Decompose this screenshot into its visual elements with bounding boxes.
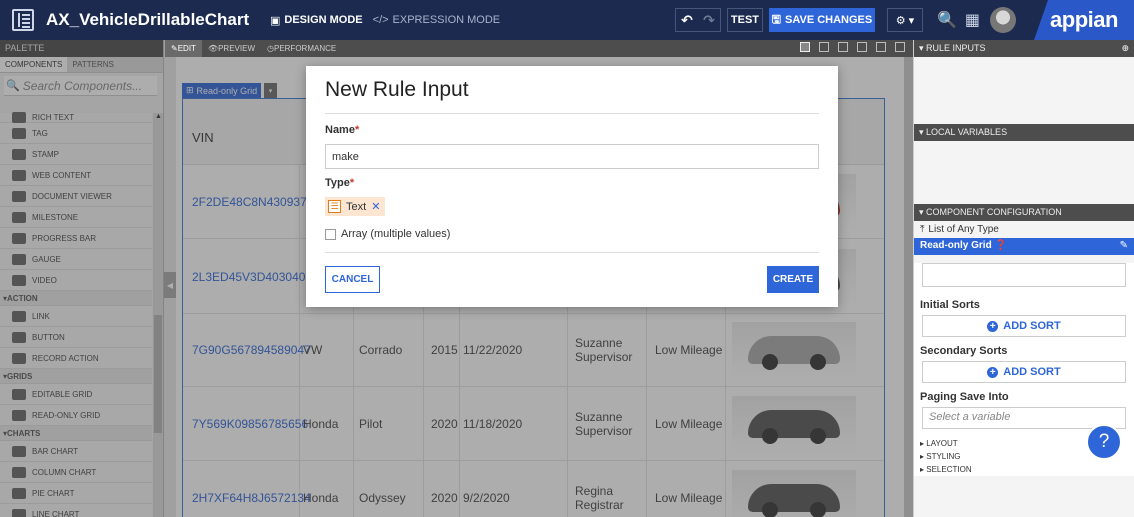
expression-mode-tab[interactable]: </> EXPRESSION MODE — [373, 14, 500, 26]
cancel-button[interactable]: CANCEL — [325, 266, 380, 293]
required-marker: * — [354, 124, 360, 136]
edit-expression-icon[interactable]: ✎ — [1120, 240, 1128, 253]
app-title: AX_VehicleDrillableChart — [46, 10, 250, 29]
canvas-toolbar: ✎ EDIT 👁 PREVIEW ◷ PERFORMANCE — [165, 40, 913, 57]
type-token-label: Text — [346, 200, 367, 213]
add-sort-label: ADD SORT — [1003, 320, 1061, 332]
save-changes-button[interactable]: 🖫 SAVE CHANGES — [768, 8, 875, 32]
dialog-footer-divider — [325, 252, 819, 253]
dialog-title: New Rule Input — [325, 78, 469, 101]
settings-menu-button[interactable]: ⚙ ▾ — [886, 8, 923, 32]
app-grid-icon[interactable]: ▦ — [965, 10, 980, 30]
checkbox-box[interactable] — [325, 228, 336, 240]
gear-icon: ⚙ ▾ — [895, 14, 915, 27]
tab-edit[interactable]: ✎ EDIT — [165, 40, 202, 57]
test-button[interactable]: TEST — [726, 8, 763, 32]
edit-icon: ✎ — [171, 44, 178, 53]
plus-icon: + — [987, 320, 999, 332]
tab-preview[interactable]: 👁 PREVIEW — [202, 40, 261, 57]
name-label: Name* — [325, 124, 359, 136]
help-button[interactable]: ? — [1086, 424, 1122, 460]
rule-inputs-text: RULE INPUTS — [926, 43, 986, 53]
clock-icon: ◷ — [267, 44, 274, 53]
name-input[interactable] — [325, 144, 819, 169]
config-value-field[interactable] — [922, 263, 1126, 287]
tab-edit-label: EDIT — [177, 44, 196, 53]
tab-performance-label: PERFORMANCE — [273, 44, 337, 53]
section-selection[interactable]: ▸ SELECTION — [914, 463, 1134, 476]
fit-width-icon[interactable] — [800, 42, 810, 52]
local-variables-text: LOCAL VARIABLES — [926, 127, 1008, 137]
tab-preview-label: PREVIEW — [218, 44, 255, 53]
list-of-any-type[interactable]: ⤒ List of Any Type — [914, 221, 1134, 238]
laptop-icon[interactable] — [857, 42, 867, 52]
code-icon: </> — [372, 14, 389, 26]
eye-icon: 👁 — [207, 44, 219, 53]
component-configuration-label: ▾ COMPONENT CONFIGURATION — [919, 207, 1062, 217]
undo-icon[interactable]: ↶ — [676, 12, 698, 29]
rule-inputs-header[interactable]: ▾ RULE INPUTS ⊕ — [914, 40, 1134, 57]
tablet-icon[interactable] — [876, 42, 886, 52]
undo-redo-group: ↶ ↷ — [674, 8, 721, 32]
local-variables-list — [914, 141, 1134, 204]
create-button[interactable]: CREATE — [767, 266, 819, 293]
save-icon: 🖫 — [771, 13, 782, 26]
phone-icon[interactable] — [895, 42, 905, 52]
add-secondary-sort-button[interactable]: + ADD SORT — [922, 361, 1126, 383]
text-type-icon: ☰ — [328, 200, 341, 213]
secondary-sorts-label: Secondary Sorts — [920, 345, 1008, 357]
new-rule-input-dialog: New Rule Input Name* Type* ☰ Text ✕ Arra… — [306, 66, 838, 307]
add-sort-label: ADD SORT — [1003, 366, 1061, 378]
redo-icon[interactable]: ↷ — [698, 12, 720, 29]
dialog-divider — [325, 113, 819, 114]
remove-type-icon[interactable]: ✕ — [371, 200, 380, 213]
component-configuration-header[interactable]: ▾ COMPONENT CONFIGURATION — [914, 204, 1134, 221]
design-mode-tab[interactable]: ▣ DESIGN MODE — [270, 14, 363, 27]
top-bar-actions: ↶ ↷ TEST 🖫 SAVE CHANGES ⚙ ▾ 🔍 ▦ appian — [674, 0, 1134, 40]
array-checkbox[interactable]: Array (multiple values) — [325, 228, 450, 240]
local-variables-header[interactable]: ▾ LOCAL VARIABLES — [914, 124, 1134, 141]
user-avatar[interactable] — [990, 7, 1016, 33]
type-token[interactable]: ☰ Text ✕ — [325, 197, 386, 216]
config-component-title: Read-only Grid ❓ ✎ — [914, 238, 1134, 255]
desktop-icon[interactable] — [819, 42, 829, 52]
required-marker: * — [349, 177, 355, 189]
save-changes-label: SAVE CHANGES — [785, 14, 873, 26]
add-rule-input-icon[interactable]: ⊕ — [1121, 43, 1129, 54]
section-layout-label: LAYOUT — [926, 439, 958, 448]
rule-inputs-list — [914, 57, 1134, 124]
type-label-text: Type — [325, 177, 350, 189]
breadcrumb-up-icon: ⤒ — [920, 224, 925, 235]
array-checkbox-label: Array (multiple values) — [341, 228, 451, 240]
monitor-icon[interactable] — [838, 42, 848, 52]
modal-overlay-palette — [0, 40, 165, 517]
list-of-any-type-label: List of Any Type — [928, 224, 999, 235]
device-preview-icons — [800, 42, 905, 52]
config-title-text: Read-only Grid — [920, 240, 992, 251]
config-title-label: Read-only Grid ❓ — [920, 240, 1007, 253]
expression-mode-label: EXPRESSION MODE — [392, 14, 501, 26]
question-icon: ? — [1098, 431, 1110, 452]
plus-icon: + — [987, 366, 999, 378]
name-label-text: Name — [325, 124, 355, 136]
local-variables-label: ▾ LOCAL VARIABLES — [919, 127, 1008, 137]
section-styling-label: STYLING — [926, 452, 961, 461]
interface-icon — [12, 9, 34, 31]
design-mode-icon: ▣ — [270, 14, 281, 27]
initial-sorts-label: Initial Sorts — [920, 299, 980, 311]
help-icon[interactable]: ❓ — [994, 240, 1006, 251]
add-initial-sort-button[interactable]: + ADD SORT — [922, 315, 1126, 337]
object-search-icon[interactable]: 🔍 — [937, 10, 957, 30]
design-mode-label: DESIGN MODE — [284, 14, 363, 26]
component-configuration-text: COMPONENT CONFIGURATION — [926, 207, 1062, 217]
appian-logo: appian — [1034, 0, 1134, 40]
section-selection-label: SELECTION — [926, 465, 972, 474]
paging-save-into-label: Paging Save Into — [920, 391, 1009, 403]
type-label: Type* — [325, 177, 354, 189]
top-bar: AX_VehicleDrillableChart ▣ DESIGN MODE <… — [0, 0, 1134, 40]
tab-performance[interactable]: ◷ PERFORMANCE — [261, 40, 342, 57]
rule-inputs-label: ▾ RULE INPUTS — [919, 43, 986, 53]
